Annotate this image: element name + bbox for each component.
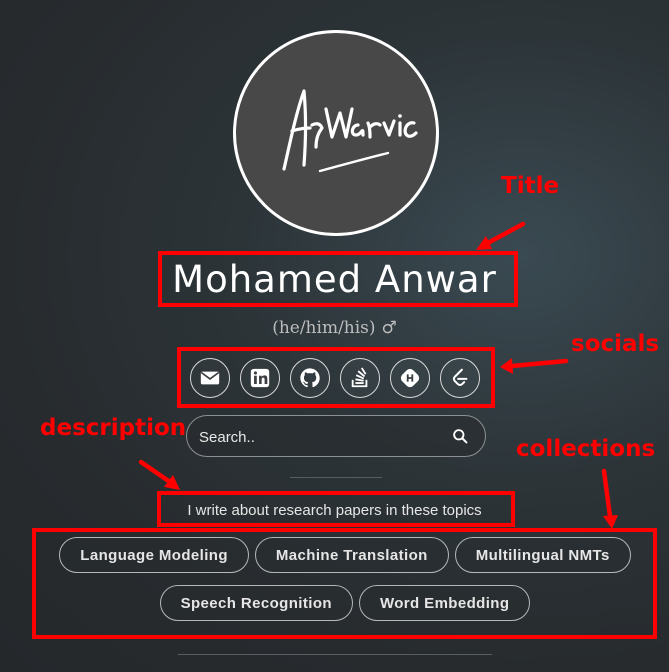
- annotation-label-socials: socials: [571, 331, 660, 357]
- divider-top: [290, 477, 382, 478]
- divider-bottom: [178, 654, 492, 655]
- signature-logo: [282, 89, 418, 173]
- annotation-label-description: description: [40, 415, 187, 441]
- avatar: [233, 30, 439, 236]
- annotation-box-title: [158, 251, 518, 307]
- annotation-arrow-title: [476, 221, 526, 250]
- annotation-arrow-description: [138, 459, 180, 490]
- search-icon[interactable]: [452, 428, 469, 445]
- annotation-arrow-collections: [601, 468, 618, 529]
- search-box: [186, 415, 486, 457]
- annotation-box-socials: [177, 347, 495, 408]
- search-input[interactable]: [197, 425, 441, 449]
- pronouns: (he/him/his) ♂: [0, 318, 669, 338]
- annotation-arrow-socials: [500, 358, 569, 374]
- gender-symbol: ♂: [381, 318, 397, 338]
- pronouns-text: (he/him/his): [272, 318, 376, 338]
- annotation-label-title: Title: [501, 173, 560, 199]
- annotation-label-collections: collections: [516, 436, 656, 462]
- annotation-box-description: [157, 491, 515, 527]
- annotation-box-collections: [32, 528, 657, 639]
